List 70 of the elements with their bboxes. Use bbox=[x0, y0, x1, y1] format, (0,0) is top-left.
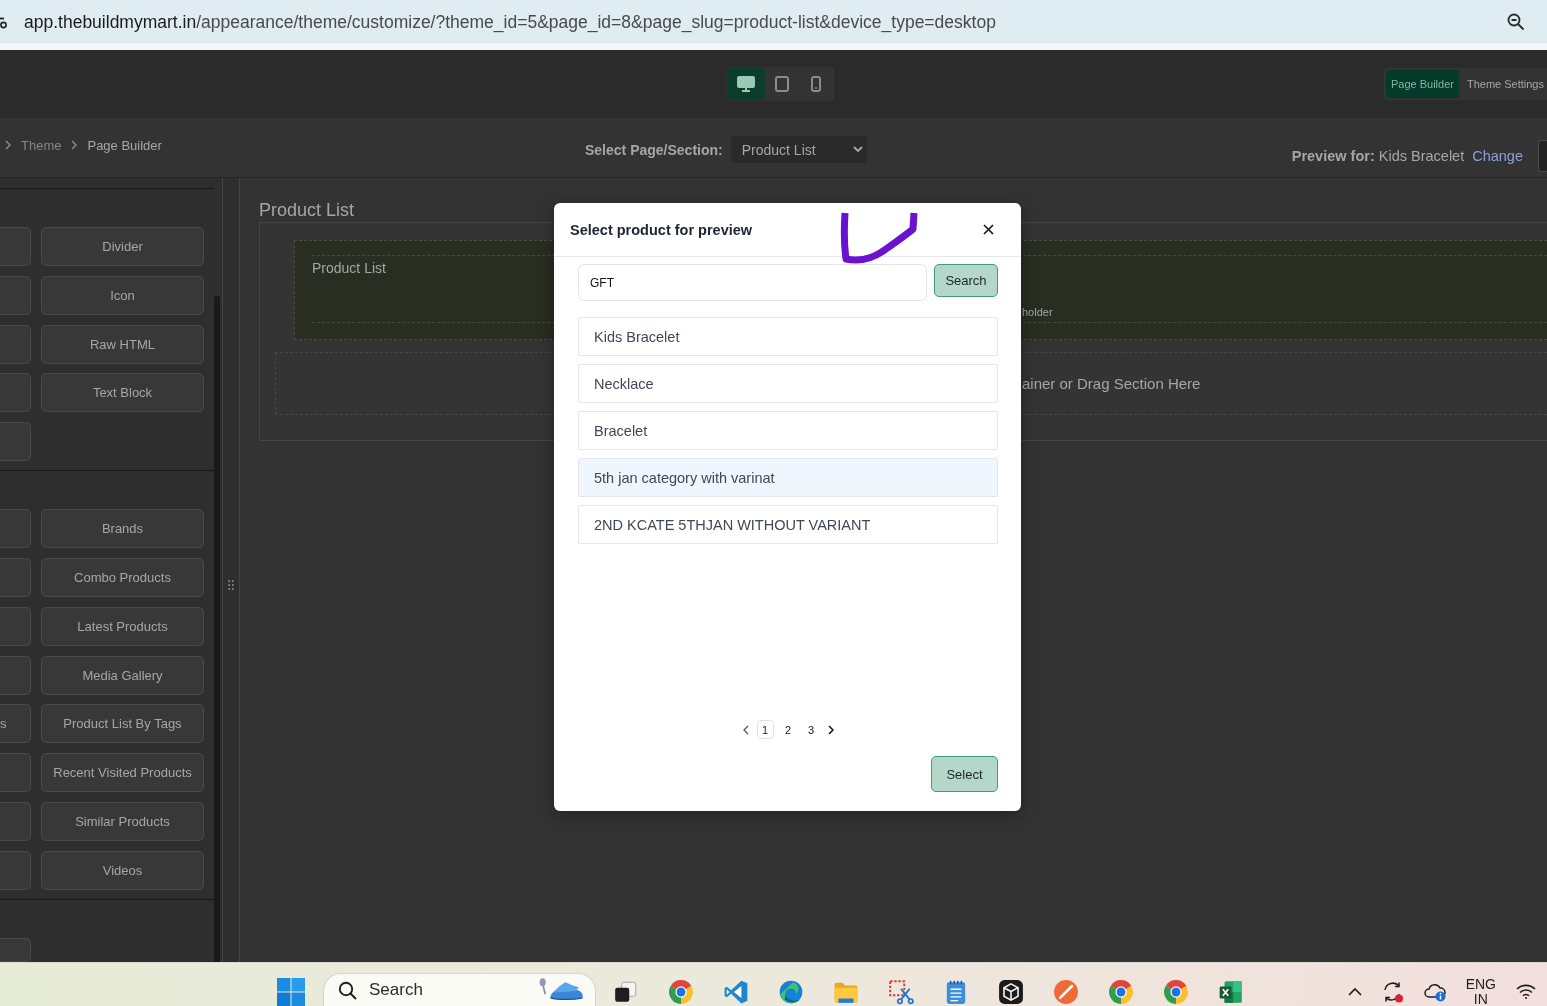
section-heading: Product List bbox=[259, 199, 355, 222]
breadcrumb-current: Page Builder bbox=[87, 137, 162, 153]
product-list-item[interactable]: 2ND KCATE 5THJAN WITHOUT VARIANT bbox=[578, 505, 998, 544]
product-list-item[interactable]: Kids Bracelet bbox=[578, 317, 998, 356]
toolbar-button[interactable] bbox=[1538, 140, 1547, 172]
widget-button[interactable]: Combo Products bbox=[41, 558, 204, 597]
cube-app-icon[interactable] bbox=[998, 978, 1024, 1005]
monitor-icon bbox=[736, 76, 755, 92]
widget-button[interactable]: Divider bbox=[41, 227, 204, 266]
tablet-icon bbox=[774, 76, 789, 92]
code-editor-icon[interactable] bbox=[723, 978, 749, 1005]
widget-button[interactable]: Similar Products bbox=[41, 801, 204, 841]
zoom-out-icon[interactable] bbox=[1507, 12, 1525, 31]
search-input[interactable]: Search bbox=[369, 979, 519, 1001]
scrollbar-thumb[interactable] bbox=[214, 296, 220, 962]
widget-button[interactable]: Recent Visited Products bbox=[41, 753, 204, 793]
url-text[interactable]: app.thebuildmymart.in/appearance/theme/customize/?theme_id=5&page_id=8&page_slug=product-list&device_type=desktop bbox=[24, 10, 996, 33]
section-label: Product List bbox=[312, 259, 386, 277]
chevron-up-icon[interactable] bbox=[1347, 987, 1362, 996]
desktop-view-button[interactable] bbox=[726, 68, 765, 100]
drag-handle-icon[interactable] bbox=[228, 580, 234, 590]
widget-button[interactable]: Icon bbox=[41, 275, 204, 315]
select-button[interactable]: Select bbox=[931, 756, 998, 792]
start-icon[interactable] bbox=[277, 977, 305, 1006]
region-code[interactable]: IN bbox=[1473, 992, 1488, 1006]
snipping-tool-icon[interactable] bbox=[888, 978, 914, 1005]
widget-button[interactable]: Raw HTML bbox=[41, 324, 204, 364]
product-list-item[interactable]: Necklace bbox=[578, 364, 998, 403]
close-icon bbox=[982, 224, 994, 235]
widget-button[interactable]: Product List By Tags bbox=[41, 704, 204, 744]
swirl-browser-icon[interactable] bbox=[778, 978, 804, 1005]
browser-icon[interactable] bbox=[668, 978, 694, 1005]
widget-button[interactable]: Latest Products bbox=[41, 606, 204, 646]
chevron-down-icon bbox=[852, 146, 863, 153]
browser-icon[interactable] bbox=[1108, 978, 1134, 1005]
placeholder-text: holder bbox=[1022, 306, 1053, 319]
widget-button[interactable]: Videos bbox=[41, 850, 204, 890]
modal-title: Select product for preview bbox=[570, 221, 753, 238]
product-list-item[interactable]: Bracelet bbox=[578, 411, 998, 450]
taskbar-search-bar[interactable]: Search bbox=[323, 973, 596, 1006]
widget-button[interactable]: Media Gallery bbox=[41, 655, 204, 695]
widget-button[interactable]: s bbox=[0, 704, 31, 744]
widget-button[interactable]: Brands bbox=[41, 509, 204, 549]
chevron-left-icon bbox=[742, 724, 749, 735]
mode-tab[interactable]: Theme Settings bbox=[1458, 70, 1547, 98]
change-link[interactable]: Change bbox=[1472, 148, 1523, 164]
search-icon bbox=[338, 980, 357, 1000]
browser-icon[interactable] bbox=[1163, 978, 1189, 1005]
search-button[interactable]: Search bbox=[934, 264, 998, 297]
chevron-right-icon bbox=[5, 140, 11, 150]
chevron-right-icon bbox=[71, 140, 78, 150]
chevron-right-icon bbox=[827, 724, 834, 735]
search-field[interactable]: GFT bbox=[578, 264, 927, 301]
close-button[interactable] bbox=[981, 222, 995, 237]
cloud-icon[interactable] bbox=[1423, 981, 1446, 1002]
preview-text: Preview for: Kids Bracelet bbox=[1291, 148, 1465, 164]
drop-zone-text: ainer or Drag Section Here bbox=[1022, 375, 1201, 392]
breadcrumb-link[interactable]: Theme bbox=[21, 137, 62, 153]
widget-button[interactable]: Text Block bbox=[41, 373, 204, 413]
product-list-item[interactable]: 5th jan category with varinat bbox=[578, 458, 998, 497]
sync-icon[interactable] bbox=[1381, 980, 1404, 1003]
mode-tab[interactable]: Page Builder bbox=[1385, 70, 1459, 98]
phone-icon bbox=[810, 76, 821, 92]
pen-app-icon[interactable] bbox=[1053, 978, 1079, 1005]
page-button[interactable]: 1 bbox=[756, 720, 774, 739]
wifi-icon[interactable] bbox=[1516, 984, 1536, 999]
select-label: Select Page/Section: bbox=[585, 141, 723, 158]
language-code[interactable]: ENG bbox=[1465, 975, 1496, 993]
spreadsheet-icon[interactable] bbox=[1218, 978, 1244, 1005]
page-select[interactable]: Product List bbox=[730, 136, 867, 163]
